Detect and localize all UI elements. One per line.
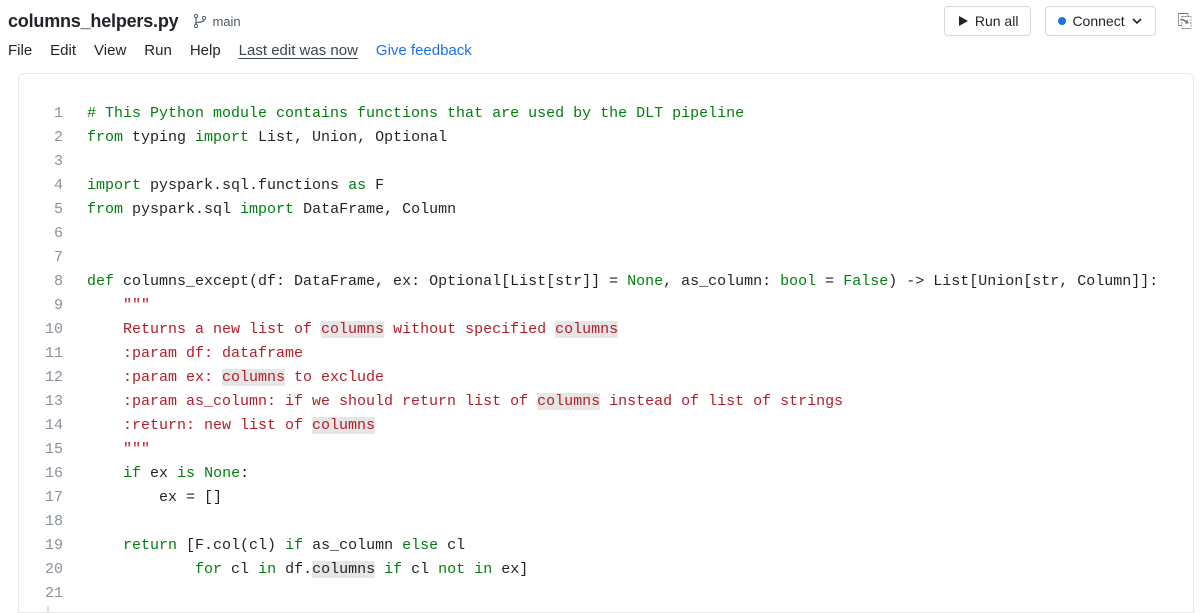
- code-line[interactable]: Returns a new list of columns without sp…: [87, 318, 1158, 342]
- code-line[interactable]: """: [87, 294, 1158, 318]
- git-branch-indicator[interactable]: main: [192, 13, 240, 29]
- code-line[interactable]: [87, 582, 1158, 606]
- line-number: 3: [33, 150, 63, 174]
- status-dot-icon: [1058, 17, 1066, 25]
- menu-view[interactable]: View: [94, 42, 126, 59]
- give-feedback-link[interactable]: Give feedback: [376, 42, 472, 59]
- line-number: 1: [33, 102, 63, 126]
- code-editor[interactable]: # This Python module contains functions …: [77, 102, 1158, 606]
- code-line[interactable]: [87, 222, 1158, 246]
- code-line[interactable]: if ex is None:: [87, 462, 1158, 486]
- line-number: 4: [33, 174, 63, 198]
- branch-name: main: [212, 14, 240, 29]
- line-number: 2: [33, 126, 63, 150]
- menu-bar: File Edit View Run Help Last edit was no…: [0, 36, 1200, 69]
- line-number: 21: [33, 582, 63, 606]
- connect-button[interactable]: Connect: [1045, 6, 1155, 36]
- titlebar: columns_helpers.py main Run all Connect …: [0, 0, 1200, 36]
- code-line[interactable]: :param ex: columns to exclude: [87, 366, 1158, 390]
- line-number: 11: [33, 342, 63, 366]
- notebook-region: 123456789101112131415161718192021 # This…: [18, 73, 1194, 613]
- line-number: 17: [33, 486, 63, 510]
- line-number: 14: [33, 414, 63, 438]
- code-line[interactable]: ex = []: [87, 486, 1158, 510]
- line-number: 9: [33, 294, 63, 318]
- code-line[interactable]: """: [87, 438, 1158, 462]
- run-all-button[interactable]: Run all: [944, 6, 1032, 36]
- run-all-label: Run all: [975, 13, 1019, 29]
- chevron-down-icon: [1131, 15, 1143, 27]
- line-number: 7: [33, 246, 63, 270]
- line-number: 6: [33, 222, 63, 246]
- menu-help[interactable]: Help: [190, 42, 221, 59]
- line-number-gutter: 123456789101112131415161718192021: [33, 102, 77, 606]
- menu-file[interactable]: File: [8, 42, 32, 59]
- code-line[interactable]: from typing import List, Union, Optional: [87, 126, 1158, 150]
- code-line[interactable]: :param df: dataframe: [87, 342, 1158, 366]
- line-number: 13: [33, 390, 63, 414]
- git-branch-icon: [192, 13, 208, 29]
- line-number: 5: [33, 198, 63, 222]
- line-number: 16: [33, 462, 63, 486]
- connect-label: Connect: [1072, 13, 1124, 29]
- code-line[interactable]: return [F.col(cl) if as_column else cl: [87, 534, 1158, 558]
- code-line[interactable]: [87, 510, 1158, 534]
- menu-run[interactable]: Run: [144, 42, 172, 59]
- code-line[interactable]: import pyspark.sql.functions as F: [87, 174, 1158, 198]
- line-number: 12: [33, 366, 63, 390]
- line-number: 8: [33, 270, 63, 294]
- code-cell[interactable]: 123456789101112131415161718192021 # This…: [33, 102, 1193, 606]
- line-number: 19: [33, 534, 63, 558]
- code-line[interactable]: [87, 150, 1158, 174]
- line-number: 20: [33, 558, 63, 582]
- code-line[interactable]: from pyspark.sql import DataFrame, Colum…: [87, 198, 1158, 222]
- file-title: columns_helpers.py: [8, 11, 178, 32]
- menu-edit[interactable]: Edit: [50, 42, 76, 59]
- code-line[interactable]: def columns_except(df: DataFrame, ex: Op…: [87, 270, 1158, 294]
- code-line[interactable]: # This Python module contains functions …: [87, 102, 1158, 126]
- line-number: 10: [33, 318, 63, 342]
- line-number: 18: [33, 510, 63, 534]
- overflow-icon[interactable]: ⎘: [1178, 11, 1192, 32]
- play-icon: [957, 15, 969, 27]
- last-edit-link[interactable]: Last edit was now: [239, 42, 358, 59]
- code-line[interactable]: for cl in df.columns if cl not in ex]: [87, 558, 1158, 582]
- code-line[interactable]: [87, 246, 1158, 270]
- line-number: 15: [33, 438, 63, 462]
- code-line[interactable]: :param as_column: if we should return li…: [87, 390, 1158, 414]
- code-line[interactable]: :return: new list of columns: [87, 414, 1158, 438]
